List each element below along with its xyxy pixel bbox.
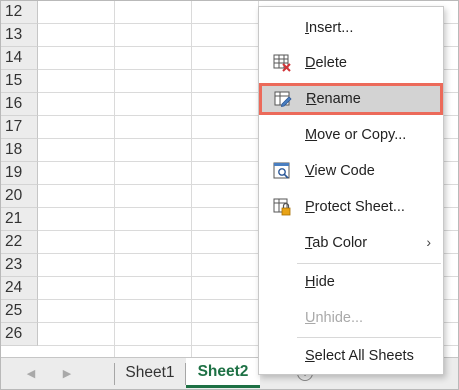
- scroll-tabs-right-icon[interactable]: ▶: [59, 366, 75, 382]
- menu-item-label: Protect Sheet...: [305, 199, 405, 215]
- menu-item-rename[interactable]: Rename: [259, 83, 443, 115]
- rename-sheet-icon: [274, 90, 292, 108]
- scroll-tabs-left-icon[interactable]: ◀: [23, 366, 39, 382]
- menu-item-insert[interactable]: Insert...: [259, 13, 443, 43]
- row-header[interactable]: 18: [1, 139, 38, 162]
- menu-separator: [297, 337, 441, 338]
- column-gridline: [191, 1, 192, 357]
- menu-item-label: View Code: [305, 163, 375, 179]
- row-header[interactable]: 16: [1, 93, 38, 116]
- row-header[interactable]: 22: [1, 231, 38, 254]
- tab-sheet2[interactable]: Sheet2: [186, 358, 260, 388]
- menu-item-tab-color[interactable]: Tab Color ›: [259, 228, 443, 258]
- row-header[interactable]: 23: [1, 254, 38, 277]
- menu-item-unhide: Unhide...: [259, 303, 443, 333]
- menu-item-label: Rename: [306, 91, 361, 107]
- row-header[interactable]: 21: [1, 208, 38, 231]
- menu-item-hide[interactable]: Hide: [259, 267, 443, 297]
- menu-item-label: Tab Color: [305, 235, 368, 251]
- row-header[interactable]: 12: [1, 1, 38, 24]
- chevron-right-icon: ›: [426, 234, 431, 250]
- menu-item-label: Delete: [305, 55, 347, 71]
- row-header[interactable]: 24: [1, 277, 38, 300]
- row-header[interactable]: 19: [1, 162, 38, 185]
- row-header[interactable]: 15: [1, 70, 38, 93]
- column-gridline: [114, 1, 115, 357]
- menu-item-move-or-copy[interactable]: Move or Copy...: [259, 120, 443, 150]
- view-code-icon: [273, 162, 291, 180]
- menu-item-label: Insert...: [305, 20, 354, 36]
- menu-item-select-all-sheets[interactable]: Select All Sheets: [259, 341, 443, 371]
- row-header[interactable]: 17: [1, 116, 38, 139]
- menu-item-protect-sheet[interactable]: Protect Sheet...: [259, 192, 443, 222]
- menu-item-view-code[interactable]: View Code: [259, 156, 443, 186]
- row-header[interactable]: 20: [1, 185, 38, 208]
- row-header[interactable]: 14: [1, 47, 38, 70]
- protect-sheet-icon: [273, 198, 291, 216]
- menu-item-delete[interactable]: Delete: [259, 48, 443, 78]
- row-header[interactable]: 25: [1, 300, 38, 323]
- row-header[interactable]: 26: [1, 323, 38, 346]
- menu-item-label: Move or Copy...: [305, 127, 407, 143]
- menu-item-label: Unhide...: [305, 310, 364, 326]
- row-header[interactable]: 13: [1, 24, 38, 47]
- menu-separator: [297, 263, 441, 264]
- excel-window: 12 13 14 15 16 17 18 19 20 21 22 23 24 2…: [0, 0, 459, 390]
- delete-sheet-icon: [273, 54, 291, 72]
- menu-item-label: Select All Sheets: [305, 348, 414, 364]
- sheet-context-menu: Insert... Delete Rename Move or Copy... …: [258, 6, 444, 375]
- menu-item-label: Hide: [305, 274, 335, 290]
- tab-sheet1[interactable]: Sheet1: [115, 358, 185, 388]
